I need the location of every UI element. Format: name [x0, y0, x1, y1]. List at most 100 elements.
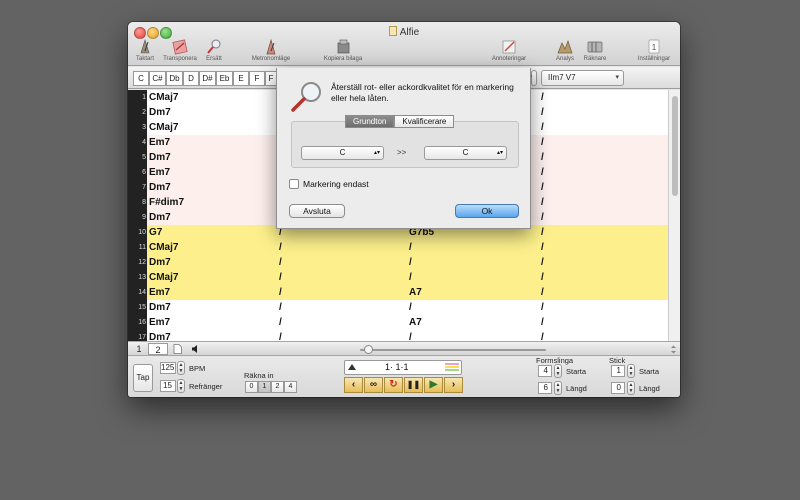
toolbar-transpose[interactable]: Transponera: [160, 38, 200, 62]
chord-cell[interactable]: /: [409, 240, 534, 255]
chord-cell[interactable]: /: [279, 255, 404, 270]
chord-cell[interactable]: /: [541, 240, 666, 255]
chord-cell[interactable]: Em7: [149, 135, 274, 150]
chord-cell[interactable]: /: [279, 315, 404, 330]
chord-cell[interactable]: Em7: [149, 285, 274, 300]
table-row[interactable]: 13 CMaj7 / / /: [128, 270, 668, 285]
chord-cell[interactable]: Dm7: [149, 105, 274, 120]
toolbar-counter[interactable]: Räknare: [580, 38, 610, 62]
new-page-icon[interactable]: [173, 344, 182, 354]
stick-length-stepper[interactable]: ▲ ▼: [627, 381, 635, 395]
toolbar-replace[interactable]: Ersätt: [202, 38, 226, 62]
vertical-scrollbar[interactable]: [668, 90, 680, 341]
chord-cell[interactable]: Em7: [149, 165, 274, 180]
chord-cell[interactable]: /: [409, 330, 534, 341]
toolbar-metronome[interactable]: Metronomläge: [248, 38, 294, 62]
chord-cell[interactable]: /: [279, 300, 404, 315]
chord-cell[interactable]: A7: [409, 285, 534, 300]
bpm-field[interactable]: 125: [160, 362, 176, 374]
scroll-thumb[interactable]: [672, 96, 678, 196]
key-button[interactable]: E: [233, 71, 249, 86]
chord-cell[interactable]: /: [279, 240, 404, 255]
chord-category-select[interactable]: ▾: [528, 70, 537, 86]
toolbar-time-signature[interactable]: Taktart: [134, 38, 156, 62]
resize-arrows-icon[interactable]: [669, 345, 678, 354]
bpm-stepper[interactable]: ▲ ▼: [177, 361, 185, 375]
refrain-field[interactable]: 15: [160, 380, 176, 392]
table-row[interactable]: 17 Dm7 / / /: [128, 330, 668, 341]
toolbar-settings[interactable]: 1 Inställningar: [634, 38, 674, 62]
table-row[interactable]: 11 CMaj7 / / /: [128, 240, 668, 255]
chord-cell[interactable]: /: [541, 210, 666, 225]
loop-button[interactable]: ∞: [364, 377, 383, 393]
chord-cell[interactable]: /: [541, 105, 666, 120]
chord-cell[interactable]: Dm7: [149, 180, 274, 195]
chord-cell[interactable]: /: [541, 120, 666, 135]
form-start-field[interactable]: 4: [538, 365, 552, 377]
chord-cell[interactable]: /: [409, 255, 534, 270]
key-button[interactable]: C: [133, 71, 149, 86]
key-button[interactable]: D#: [199, 71, 216, 86]
chord-cell[interactable]: Dm7: [149, 255, 274, 270]
key-button[interactable]: C#: [149, 71, 166, 86]
chord-cell[interactable]: G7: [149, 225, 274, 240]
chord-cell[interactable]: /: [409, 270, 534, 285]
chord-cell[interactable]: CMaj7: [149, 270, 274, 285]
tab-root[interactable]: Grundton: [345, 115, 395, 128]
chord-cell[interactable]: /: [541, 330, 666, 341]
speaker-icon[interactable]: [191, 344, 199, 354]
next-button[interactable]: ›: [444, 377, 463, 393]
chord-cell[interactable]: Dm7: [149, 330, 274, 341]
previous-button[interactable]: ‹: [344, 377, 363, 393]
chord-cell[interactable]: /: [541, 165, 666, 180]
refrain-stepper[interactable]: ▲ ▼: [177, 379, 185, 393]
chord-cell[interactable]: /: [541, 300, 666, 315]
page-tab-2[interactable]: 2: [148, 343, 168, 355]
chord-cell[interactable]: /: [279, 330, 404, 341]
chord-cell[interactable]: Dm7: [149, 300, 274, 315]
form-start-stepper[interactable]: ▲ ▼: [554, 364, 562, 378]
count-in-option[interactable]: 0: [245, 381, 258, 393]
chord-cell[interactable]: /: [541, 225, 666, 240]
chord-cell[interactable]: /: [541, 285, 666, 300]
repeat-button[interactable]: ↻: [384, 377, 403, 393]
toolbar-copy-attachment[interactable]: Kopiera bilaga: [322, 38, 364, 62]
chord-cell[interactable]: Dm7: [149, 210, 274, 225]
pause-button[interactable]: ❚❚: [404, 377, 423, 393]
chord-cell[interactable]: CMaj7: [149, 240, 274, 255]
chord-cell[interactable]: Dm7: [149, 150, 274, 165]
chord-cell[interactable]: A7: [409, 315, 534, 330]
zoom-slider-track[interactable]: [360, 349, 546, 351]
zoom-slider-knob[interactable]: [364, 345, 373, 354]
chord-progression-select[interactable]: IIm7 V7 ▾: [541, 70, 624, 86]
chord-cell[interactable]: /: [541, 135, 666, 150]
chord-cell[interactable]: F#dim7: [149, 195, 274, 210]
table-row[interactable]: 12 Dm7 / / /: [128, 255, 668, 270]
toolbar-analysis[interactable]: Analys: [554, 38, 576, 62]
chord-cell[interactable]: CMaj7: [149, 90, 274, 105]
chord-cell[interactable]: Em7: [149, 315, 274, 330]
cancel-button[interactable]: Avsluta: [289, 204, 345, 218]
ok-button[interactable]: Ok: [455, 204, 519, 218]
table-row[interactable]: 16 Em7 / A7 /: [128, 315, 668, 330]
key-button[interactable]: D: [183, 71, 199, 86]
play-button[interactable]: ▶: [424, 377, 443, 393]
chord-cell[interactable]: CMaj7: [149, 120, 274, 135]
chord-cell[interactable]: /: [541, 195, 666, 210]
chord-cell[interactable]: /: [279, 270, 404, 285]
stick-start-field[interactable]: 1: [611, 365, 625, 377]
chord-cell[interactable]: /: [541, 255, 666, 270]
table-row[interactable]: 15 Dm7 / / /: [128, 300, 668, 315]
count-in-option[interactable]: 4: [284, 381, 297, 393]
chord-cell[interactable]: /: [541, 270, 666, 285]
tap-tempo-button[interactable]: Tap: [133, 364, 153, 392]
toolbar-annotations[interactable]: Annoteringar: [488, 38, 530, 62]
form-length-stepper[interactable]: ▲ ▼: [554, 381, 562, 395]
count-in-option[interactable]: 1: [258, 381, 271, 393]
key-button[interactable]: F: [249, 71, 265, 86]
key-button[interactable]: Eb: [216, 71, 233, 86]
chord-cell[interactable]: /: [541, 315, 666, 330]
from-root-select[interactable]: C ▴▾: [301, 146, 384, 160]
chord-cell[interactable]: /: [541, 180, 666, 195]
stick-start-stepper[interactable]: ▲ ▼: [627, 364, 635, 378]
